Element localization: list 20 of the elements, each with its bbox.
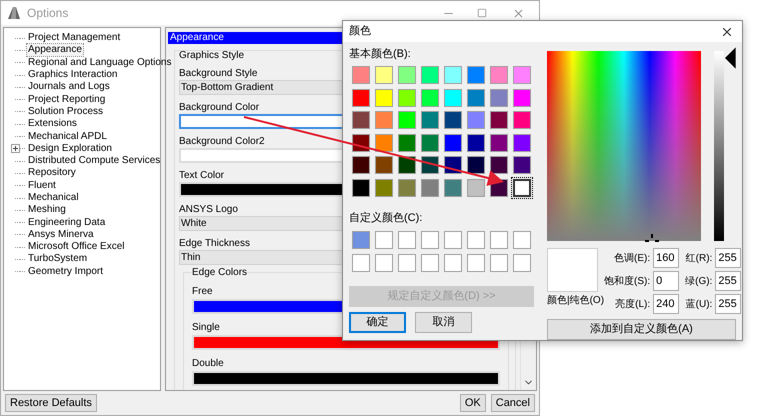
field-label: Background Color <box>179 102 260 114</box>
field-label: Single <box>192 321 220 335</box>
field-label: Text Color <box>179 170 224 182</box>
field-label: Background Color2 <box>179 136 265 148</box>
section-label: 基本颜色(B): <box>349 47 411 61</box>
section-label: 自定义颜色(C): <box>349 210 422 224</box>
field-label: Free <box>192 285 213 299</box>
value-label: 色调(E): <box>613 252 650 266</box>
group-title: Graphics Style <box>179 50 244 62</box>
value-label: 绿(G): <box>685 274 712 288</box>
field-label: Edge Thickness <box>179 238 250 250</box>
window-title: Options <box>27 5 68 22</box>
value-label: 饱和度(S): <box>604 274 650 288</box>
value-label: 亮度(L): <box>614 298 650 312</box>
value-label: 红(R): <box>685 252 712 266</box>
field-label: Double <box>192 357 224 371</box>
field-label: ANSYS Logo <box>179 204 238 216</box>
field-label: Background Style <box>179 68 258 80</box>
group-title: Edge Colors <box>192 267 248 279</box>
value-label: 蓝(U): <box>685 298 712 312</box>
